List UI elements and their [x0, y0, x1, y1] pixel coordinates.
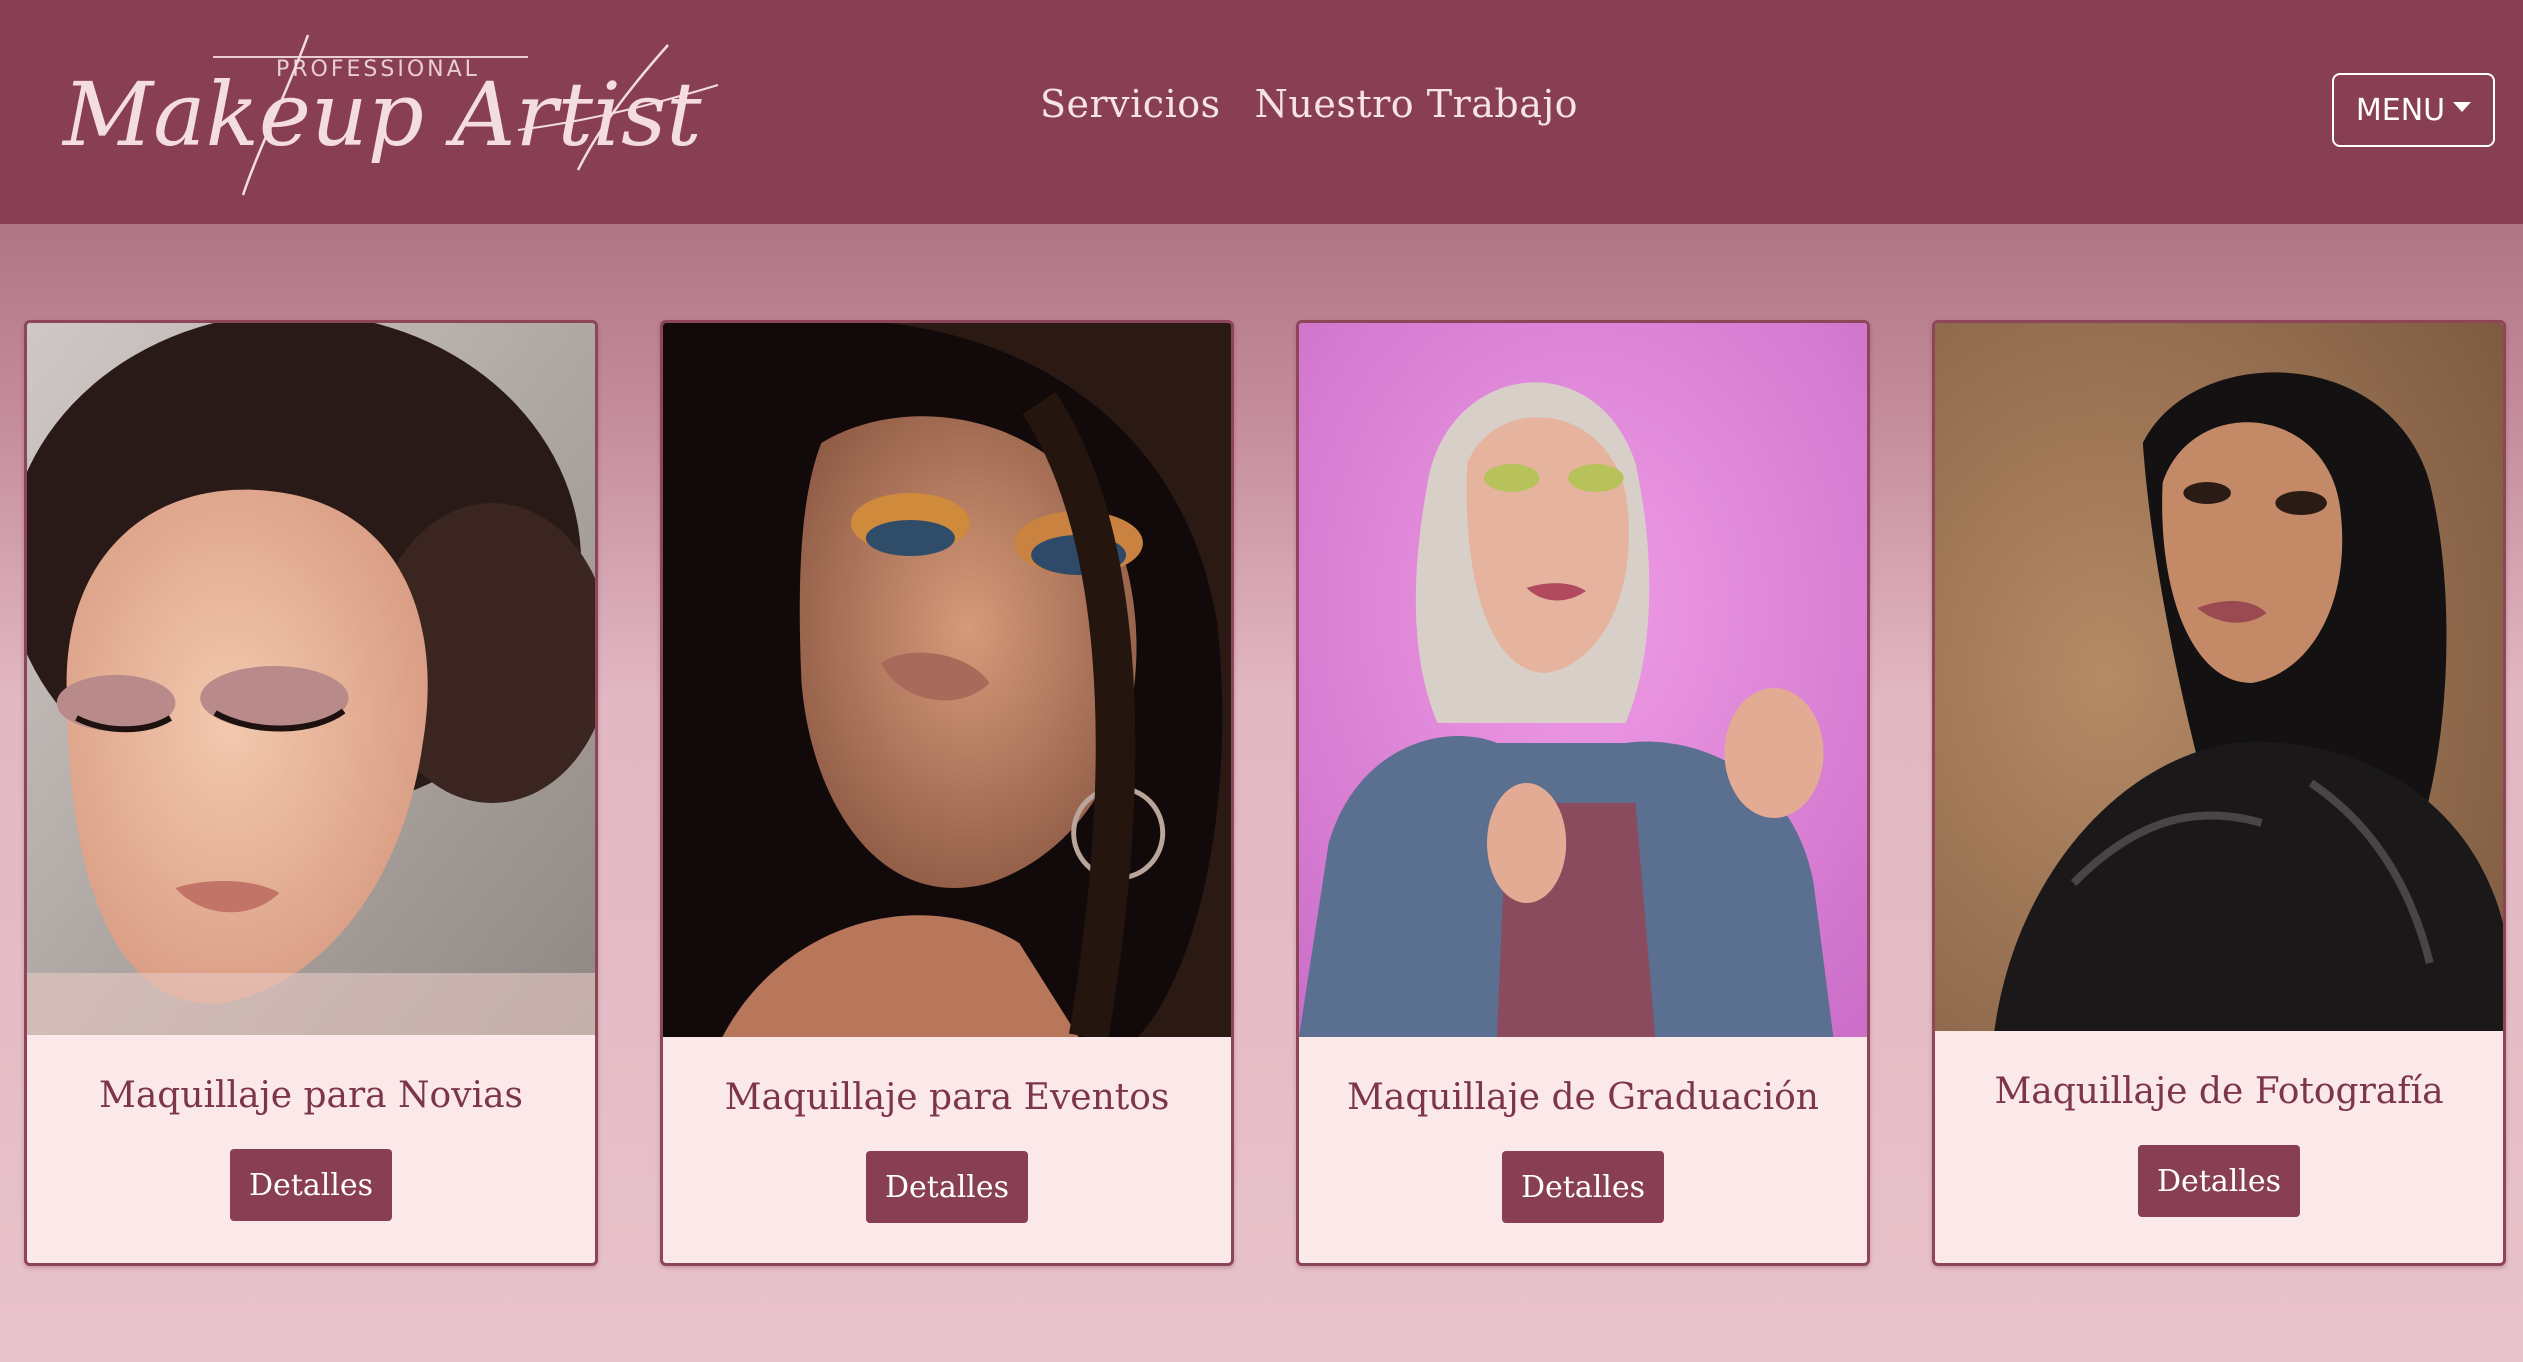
bride-makeup-photo — [27, 323, 595, 1035]
service-card-novias: Maquillaje para Novias Detalles — [24, 320, 598, 1266]
menu-dropdown-button[interactable]: MENU — [2332, 73, 2495, 147]
menu-label: MENU — [2355, 92, 2446, 128]
makeup-artist-logo[interactable]: PROFESSIONAL Makeup Artist — [58, 30, 723, 200]
nav-link-servicios[interactable]: Servicios — [1040, 82, 1221, 126]
caret-down-icon — [2453, 102, 2472, 112]
detalles-button[interactable]: Detalles — [1502, 1151, 1664, 1223]
nav-link-nuestro-trabajo[interactable]: Nuestro Trabajo — [1255, 82, 1578, 126]
nav-links: Servicios Nuestro Trabajo — [1040, 82, 1578, 126]
card-title: Maquillaje de Graduación — [1347, 1077, 1819, 1118]
service-card-fotografia: Maquillaje de Fotografía Detalles — [1932, 320, 2506, 1266]
service-card-eventos: Maquillaje para Eventos Detalles — [660, 320, 1234, 1266]
card-title: Maquillaje de Fotografía — [1994, 1071, 2444, 1112]
card-title: Maquillaje para Novias — [98, 1075, 524, 1116]
detalles-button[interactable]: Detalles — [2138, 1145, 2300, 1217]
card-title: Maquillaje para Eventos — [724, 1077, 1170, 1118]
service-card-graduacion: Maquillaje de Graduación Detalles — [1296, 320, 1870, 1266]
detalles-button[interactable]: Detalles — [230, 1149, 392, 1221]
photography-makeup-photo — [1935, 323, 2503, 1031]
detalles-button[interactable]: Detalles — [866, 1151, 1028, 1223]
navbar: PROFESSIONAL Makeup Artist Servicios Nue… — [0, 0, 2523, 224]
graduation-makeup-photo — [1299, 323, 1867, 1037]
event-makeup-photo — [663, 323, 1231, 1037]
